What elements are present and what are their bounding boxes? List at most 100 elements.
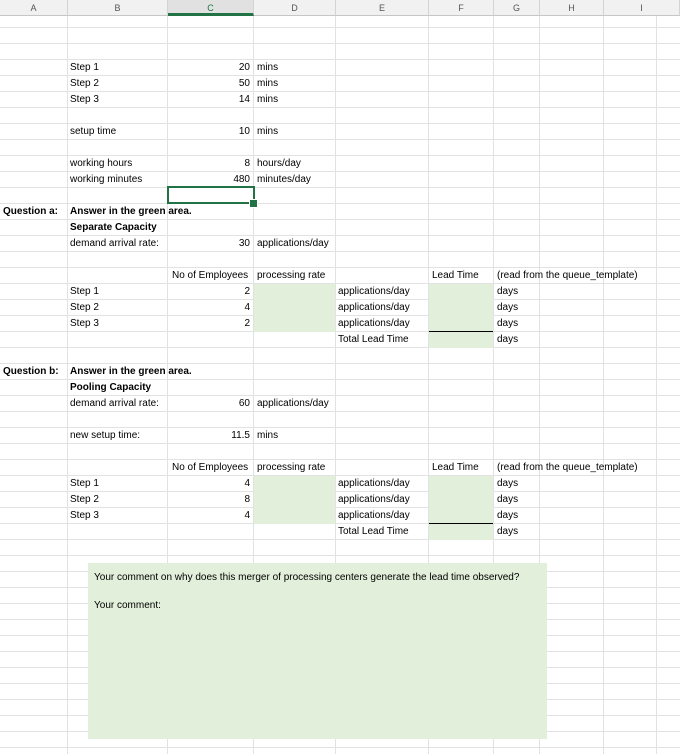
- step-3-label: Step 3: [70, 94, 99, 105]
- gridline: [0, 395, 680, 396]
- qb-instruction: Answer in the green area.: [70, 366, 192, 377]
- gridline: [0, 27, 680, 28]
- qa-demand-label: demand arrival rate:: [70, 238, 159, 249]
- qb-setup-label: new setup time:: [70, 430, 141, 441]
- qb-rate-unit-3: applications/day: [338, 510, 410, 521]
- column-header-b[interactable]: B: [68, 0, 168, 16]
- qa-rate-input-area[interactable]: [254, 284, 335, 332]
- question-b-label: Question b:: [3, 366, 59, 377]
- step-1-label: Step 1: [70, 62, 99, 73]
- qb-employees-2[interactable]: 8: [168, 494, 250, 506]
- working-hours-label: working hours: [70, 158, 133, 169]
- column-header-g[interactable]: G: [494, 0, 540, 16]
- qb-note-header: (read from the queue_template): [497, 462, 638, 473]
- gridline: [0, 747, 680, 748]
- column-header-i[interactable]: I: [604, 0, 680, 16]
- comment-area[interactable]: [88, 563, 547, 739]
- qa-heading: Separate Capacity: [70, 222, 157, 233]
- gridline: [656, 16, 657, 754]
- step-1-unit: mins: [257, 62, 279, 73]
- gridline: [0, 219, 680, 220]
- gridline: [0, 523, 680, 524]
- qb-sum-underline: [429, 523, 493, 524]
- gridline: [0, 411, 680, 412]
- gridline: [0, 251, 680, 252]
- gridline: [0, 363, 680, 364]
- step-2-label: Step 2: [70, 78, 99, 89]
- qa-sum-underline: [429, 331, 493, 332]
- qb-step-1-label: Step 1: [70, 478, 99, 489]
- qa-lead-unit-3: days: [497, 318, 519, 329]
- column-header-e[interactable]: E: [336, 0, 429, 16]
- step-1-value[interactable]: 20: [168, 62, 250, 74]
- qb-lead-unit-2: days: [497, 494, 519, 505]
- qb-lead-header: Lead Time: [432, 462, 479, 473]
- qa-lead-header: Lead Time: [432, 270, 479, 281]
- qa-rate-unit-3: applications/day: [338, 318, 410, 329]
- gridline: [603, 16, 604, 754]
- column-header-a[interactable]: A: [0, 0, 68, 16]
- qb-rate-input-area[interactable]: [254, 476, 335, 524]
- gridline: [67, 16, 68, 754]
- qa-demand-value[interactable]: 30: [168, 238, 250, 250]
- qa-step-2-label: Step 2: [70, 302, 99, 313]
- column-header-c[interactable]: C: [168, 0, 254, 16]
- qb-setup-unit: mins: [257, 430, 279, 441]
- step-3-value[interactable]: 14: [168, 94, 250, 106]
- qb-employees-1[interactable]: 4: [168, 478, 250, 490]
- gridline: [0, 443, 680, 444]
- qa-employees-2[interactable]: 4: [168, 302, 250, 314]
- setup-time-label: setup time: [70, 126, 117, 137]
- gridline: [0, 203, 680, 204]
- gridline: [0, 539, 680, 540]
- gridline: [0, 187, 680, 188]
- qb-lead-input-area[interactable]: [429, 476, 493, 540]
- gridline: [0, 507, 680, 508]
- working-minutes-unit: minutes/day: [257, 174, 311, 185]
- gridline: [0, 107, 680, 108]
- qa-employees-1[interactable]: 2: [168, 286, 250, 298]
- gridline: [0, 59, 680, 60]
- qa-demand-unit: applications/day: [257, 238, 329, 249]
- active-cell[interactable]: [167, 186, 255, 204]
- gridline: [0, 555, 680, 556]
- setup-time-value[interactable]: 10: [168, 126, 250, 138]
- qb-lead-unit-total: days: [497, 526, 519, 537]
- qb-rate-unit-1: applications/day: [338, 478, 410, 489]
- gridline: [0, 139, 680, 140]
- comment-label: Your comment:: [94, 600, 161, 611]
- qb-setup-value[interactable]: 11.5: [168, 430, 250, 442]
- qb-demand-label: demand arrival rate:: [70, 398, 159, 409]
- working-minutes-value[interactable]: 480: [168, 174, 250, 186]
- fill-handle[interactable]: [249, 199, 258, 208]
- qb-total-lead-label: Total Lead Time: [338, 526, 409, 537]
- qa-employees-3[interactable]: 2: [168, 318, 250, 330]
- step-3-unit: mins: [257, 94, 279, 105]
- step-2-value[interactable]: 50: [168, 78, 250, 90]
- qb-demand-unit: applications/day: [257, 398, 329, 409]
- column-header-f[interactable]: F: [429, 0, 494, 16]
- qb-lead-unit-1: days: [497, 478, 519, 489]
- gridline: [0, 267, 680, 268]
- spreadsheet: A B C D E F G H I Step 1 Step 2 Step 3 2…: [0, 0, 680, 754]
- qb-employees-header: No of Employees: [172, 462, 249, 473]
- column-header-d[interactable]: D: [254, 0, 336, 16]
- working-hours-value[interactable]: 8: [168, 158, 250, 170]
- qb-step-3-label: Step 3: [70, 510, 99, 521]
- gridline: [0, 43, 680, 44]
- qa-lead-unit-1: days: [497, 286, 519, 297]
- working-minutes-label: working minutes: [70, 174, 143, 185]
- column-header-h[interactable]: H: [540, 0, 604, 16]
- gridline: [0, 347, 680, 348]
- qa-step-1-label: Step 1: [70, 286, 99, 297]
- gridline: [0, 475, 680, 476]
- qa-note-header: (read from the queue_template): [497, 270, 638, 281]
- gridline: [0, 379, 680, 380]
- qb-rate-header: processing rate: [257, 462, 326, 473]
- qa-employees-header: No of Employees: [172, 270, 249, 281]
- working-hours-unit: hours/day: [257, 158, 301, 169]
- gridline: [0, 299, 680, 300]
- qb-employees-3[interactable]: 4: [168, 510, 250, 522]
- qa-lead-input-area[interactable]: [429, 284, 493, 348]
- qb-demand-value[interactable]: 60: [168, 398, 250, 410]
